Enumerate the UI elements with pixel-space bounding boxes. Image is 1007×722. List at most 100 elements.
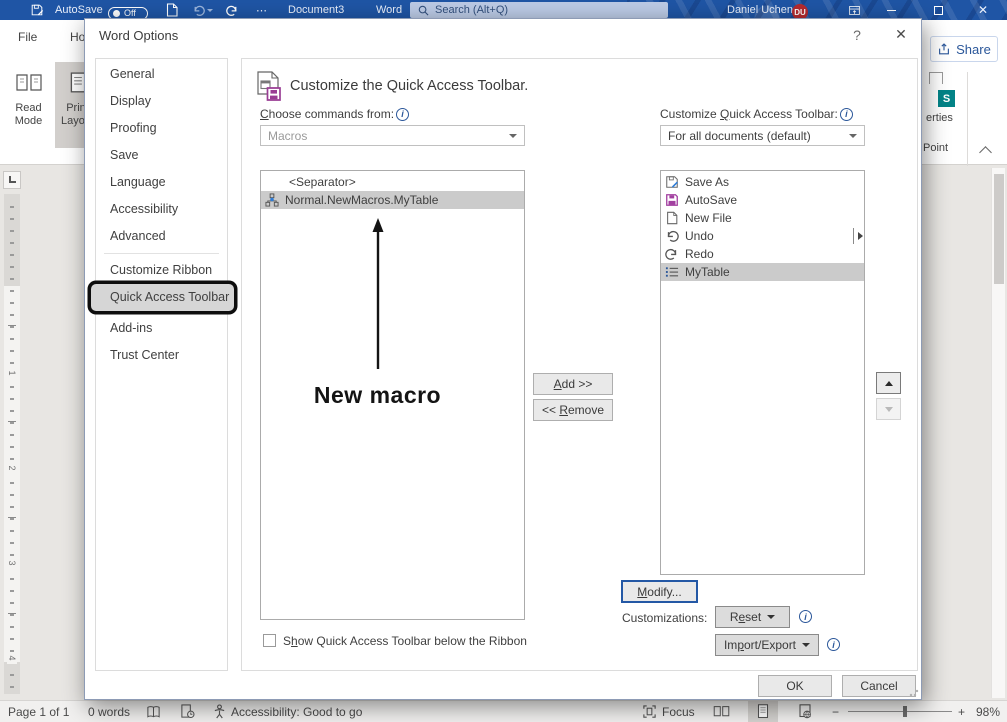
zoom-slider[interactable]	[848, 711, 952, 712]
add-button[interactable]: Add >>	[533, 373, 613, 395]
vertical-scrollbar[interactable]	[991, 168, 1005, 698]
list-item-save-as[interactable]: Save As	[661, 173, 864, 191]
list-item-undo[interactable]: Undo	[661, 227, 864, 245]
proofing-icon[interactable]	[146, 701, 161, 722]
nav-item-general[interactable]: General	[96, 61, 227, 88]
editor-icon[interactable]	[180, 701, 195, 722]
move-down-button[interactable]	[876, 398, 901, 420]
qat-overflow-icon[interactable]: ⋯	[256, 0, 267, 20]
ruler-number: 4	[7, 652, 17, 664]
undo-dropdown-caret[interactable]	[207, 9, 213, 12]
move-up-button[interactable]	[876, 372, 901, 394]
properties-label-partial: erties	[926, 112, 953, 124]
list-item-redo[interactable]: Redo	[661, 245, 864, 263]
dialog-help-button[interactable]: ?	[847, 27, 867, 43]
nav-item-trust-center[interactable]: Trust Center	[96, 342, 227, 369]
undo-icon	[665, 229, 679, 243]
search-input[interactable]	[435, 4, 635, 16]
undo-icon[interactable]	[192, 0, 213, 20]
ok-button[interactable]: OK	[758, 675, 832, 697]
chevron-down-icon	[509, 134, 517, 138]
chevron-down-icon	[849, 134, 857, 138]
resize-grip[interactable]	[909, 687, 919, 697]
read-mode-button[interactable]: Read Mode	[5, 62, 52, 148]
import-export-button[interactable]: Import/Export	[715, 634, 819, 656]
tab-selector[interactable]	[3, 171, 21, 189]
maximize-button[interactable]	[923, 0, 953, 20]
new-file-icon[interactable]	[166, 0, 178, 20]
dialog-close-button[interactable]: ✕	[890, 26, 912, 43]
modify-button[interactable]: Modify...	[621, 580, 698, 603]
ruler-major-tick	[8, 517, 16, 518]
reset-button[interactable]: Reset	[715, 606, 790, 628]
word-options-dialog: Word Options ? ✕ General Display Proofin…	[84, 18, 922, 700]
redo-icon[interactable]	[226, 0, 239, 20]
ribbon-display-options-icon[interactable]	[848, 0, 861, 20]
nav-item-display[interactable]: Display	[96, 88, 227, 115]
reset-info[interactable]: i	[799, 610, 812, 623]
qat-settings-panel: Customize the Quick Access Toolbar. Choo…	[241, 58, 918, 671]
ribbon-separator	[967, 72, 968, 176]
list-item-macro[interactable]: Normal.NewMacros.MyTable	[261, 191, 524, 209]
show-below-ribbon-checkbox[interactable]	[263, 634, 276, 647]
word-count[interactable]: 0 words	[88, 701, 130, 722]
accessibility-status[interactable]: Accessibility: Good to go	[231, 701, 362, 722]
zoom-slider-thumb[interactable]	[903, 706, 907, 717]
zoom-level[interactable]: 98%	[976, 701, 1000, 722]
undo-flyout-arrow[interactable]	[853, 228, 863, 244]
save-icon[interactable]	[30, 0, 44, 20]
toggle-knob	[113, 10, 120, 17]
ruler-major-tick	[8, 325, 16, 326]
read-mode-icon	[15, 72, 43, 94]
list-item-autosave[interactable]: AutoSave	[661, 191, 864, 209]
list-item-new-file[interactable]: New File	[661, 209, 864, 227]
nav-item-quick-access-toolbar[interactable]: Quick Access Toolbar	[91, 284, 234, 311]
customize-qat-dropdown[interactable]: For all documents (default)	[660, 125, 865, 146]
page-indicator[interactable]: Page 1 of 1	[8, 701, 69, 722]
autosave-icon	[665, 193, 679, 207]
nav-item-customize-ribbon[interactable]: Customize Ribbon	[96, 257, 227, 284]
list-item-mytable[interactable]: MyTable	[661, 263, 864, 281]
import-export-info[interactable]: i	[827, 638, 840, 651]
scrollbar-thumb[interactable]	[994, 174, 1004, 284]
macro-icon	[265, 193, 279, 207]
redo-icon	[665, 247, 679, 261]
list-item-separator[interactable]: <Separator>	[261, 173, 524, 191]
document-title: Document3	[288, 0, 344, 20]
chevron-down-icon	[767, 615, 775, 619]
tab-file[interactable]: File	[18, 30, 37, 44]
show-below-ribbon-label: Show Quick Access Toolbar below the Ribb…	[283, 634, 527, 648]
share-button[interactable]: Share	[930, 36, 998, 62]
print-layout-view-button[interactable]	[748, 701, 778, 722]
choose-commands-value: Macros	[268, 129, 307, 143]
customize-qat-label: Customize Quick Access Toolbar: i	[660, 107, 853, 121]
tab-stop-icon	[9, 176, 16, 183]
close-button[interactable]: ✕	[968, 0, 998, 20]
minimize-button[interactable]	[876, 0, 906, 20]
ruler-ticks	[10, 196, 14, 692]
web-layout-view-button[interactable]	[790, 701, 820, 722]
nav-item-save[interactable]: Save	[96, 142, 227, 169]
choose-commands-dropdown[interactable]: Macros	[260, 125, 525, 146]
sharepoint-label-partial: Point	[923, 142, 948, 154]
nav-item-advanced[interactable]: Advanced	[96, 223, 227, 250]
dialog-title: Word Options	[99, 28, 178, 43]
search-box[interactable]	[410, 2, 668, 18]
read-mode-view-button[interactable]	[706, 701, 736, 722]
nav-item-accessibility[interactable]: Accessibility	[96, 196, 227, 223]
remove-button[interactable]: << Remove	[533, 399, 613, 421]
nav-item-add-ins[interactable]: Add-ins	[96, 315, 227, 342]
info-icon[interactable]: i	[840, 108, 853, 121]
cancel-button[interactable]: Cancel	[842, 675, 916, 697]
sharepoint-icon: S	[938, 90, 955, 107]
toggle-state: Off	[124, 8, 136, 18]
zoom-out-button[interactable]: −	[832, 701, 839, 722]
annotation-label: New macro	[285, 382, 470, 409]
nav-item-language[interactable]: Language	[96, 169, 227, 196]
zoom-in-button[interactable]: +	[958, 701, 965, 722]
nav-item-proofing[interactable]: Proofing	[96, 115, 227, 142]
focus-toggle[interactable]: Focus	[662, 701, 695, 722]
search-icon	[418, 5, 429, 16]
collapse-ribbon-icon[interactable]	[979, 146, 992, 159]
info-icon[interactable]: i	[396, 108, 409, 121]
